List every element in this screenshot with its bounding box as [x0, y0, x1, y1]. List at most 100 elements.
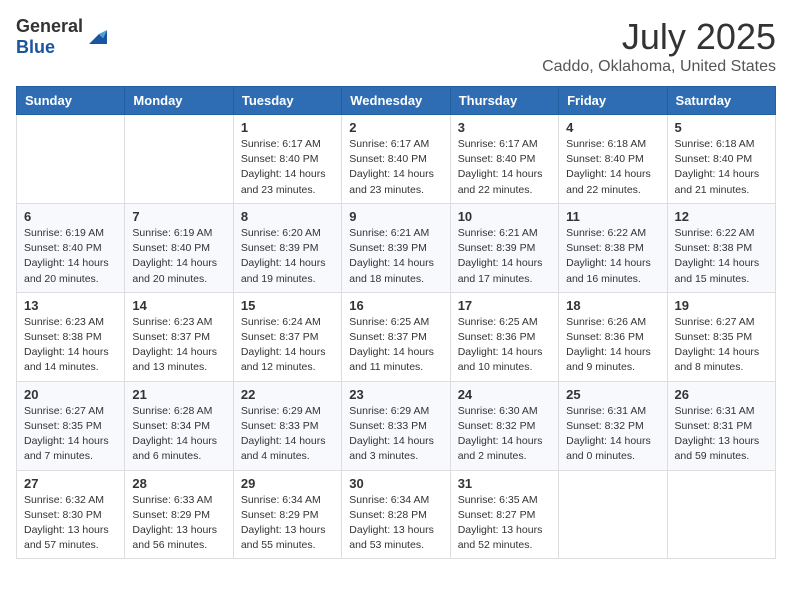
cell-content: Sunrise: 6:35 AMSunset: 8:27 PMDaylight:… — [458, 493, 551, 554]
logo-general: General — [16, 16, 83, 36]
calendar-cell: 11Sunrise: 6:22 AMSunset: 8:38 PMDayligh… — [559, 203, 667, 292]
day-number: 26 — [675, 387, 768, 402]
day-number: 1 — [241, 120, 334, 135]
calendar-cell — [667, 470, 775, 559]
cell-content: Sunrise: 6:28 AMSunset: 8:34 PMDaylight:… — [132, 404, 225, 465]
calendar-cell — [125, 115, 233, 204]
day-number: 27 — [24, 476, 117, 491]
day-number: 18 — [566, 298, 659, 313]
calendar-cell: 4 Sunrise: 6:18 AMSunset: 8:40 PMDaylight… — [559, 115, 667, 204]
day-number: 10 — [458, 209, 551, 224]
day-number: 29 — [241, 476, 334, 491]
day-number: 16 — [349, 298, 442, 313]
day-number: 23 — [349, 387, 442, 402]
day-number: 24 — [458, 387, 551, 402]
calendar-cell: 31 Sunrise: 6:35 AMSunset: 8:27 PMDayligh… — [450, 470, 558, 559]
calendar-cell: 6 Sunrise: 6:19 AMSunset: 8:40 PMDaylight… — [17, 203, 125, 292]
day-number: 4 — [566, 120, 659, 135]
weekday-header-tuesday: Tuesday — [233, 87, 341, 115]
cell-content: Sunrise: 6:29 AMSunset: 8:33 PMDaylight:… — [241, 404, 334, 465]
cell-content: Sunrise: 6:19 AMSunset: 8:40 PMDaylight:… — [24, 226, 117, 287]
day-number: 6 — [24, 209, 117, 224]
cell-content: Sunrise: 6:29 AMSunset: 8:33 PMDaylight:… — [349, 404, 442, 465]
cell-content: Sunrise: 6:19 AMSunset: 8:40 PMDaylight:… — [132, 226, 225, 287]
cell-content: Sunrise: 6:20 AMSunset: 8:39 PMDaylight:… — [241, 226, 334, 287]
calendar-cell: 27 Sunrise: 6:32 AMSunset: 8:30 PMDayligh… — [17, 470, 125, 559]
day-number: 20 — [24, 387, 117, 402]
cell-content: Sunrise: 6:34 AMSunset: 8:29 PMDaylight:… — [241, 493, 334, 554]
calendar-cell: 30 Sunrise: 6:34 AMSunset: 8:28 PMDayligh… — [342, 470, 450, 559]
cell-content: Sunrise: 6:27 AMSunset: 8:35 PMDaylight:… — [675, 315, 768, 376]
calendar-cell: 3Sunrise: 6:17 AMSunset: 8:40 PMDaylight… — [450, 115, 558, 204]
weekday-header-monday: Monday — [125, 87, 233, 115]
calendar-cell: 14Sunrise: 6:23 AMSunset: 8:37 PMDayligh… — [125, 292, 233, 381]
day-number: 19 — [675, 298, 768, 313]
logo: General Blue — [16, 16, 107, 58]
calendar-cell: 1 Sunrise: 6:17 AMSunset: 8:40 PMDaylight… — [233, 115, 341, 204]
cell-content: Sunrise: 6:22 AMSunset: 8:38 PMDaylight:… — [675, 226, 768, 287]
calendar-cell — [17, 115, 125, 204]
cell-content: Sunrise: 6:18 AMSunset: 8:40 PMDaylight:… — [675, 137, 768, 198]
calendar-cell: 23 Sunrise: 6:29 AMSunset: 8:33 PMDayligh… — [342, 381, 450, 470]
calendar-cell: 2Sunrise: 6:17 AMSunset: 8:40 PMDaylight… — [342, 115, 450, 204]
calendar-cell: 15 Sunrise: 6:24 AMSunset: 8:37 PMDayligh… — [233, 292, 341, 381]
page-header: General Blue July 2025 Caddo, Oklahoma, … — [16, 16, 776, 76]
calendar-cell: 16 Sunrise: 6:25 AMSunset: 8:37 PMDayligh… — [342, 292, 450, 381]
calendar-cell: 24Sunrise: 6:30 AMSunset: 8:32 PMDayligh… — [450, 381, 558, 470]
day-number: 25 — [566, 387, 659, 402]
title-block: July 2025 Caddo, Oklahoma, United States — [542, 16, 776, 76]
day-number: 31 — [458, 476, 551, 491]
cell-content: Sunrise: 6:17 AMSunset: 8:40 PMDaylight:… — [241, 137, 334, 198]
day-number: 22 — [241, 387, 334, 402]
weekday-header-saturday: Saturday — [667, 87, 775, 115]
cell-content: Sunrise: 6:32 AMSunset: 8:30 PMDaylight:… — [24, 493, 117, 554]
calendar-table: SundayMondayTuesdayWednesdayThursdayFrid… — [16, 86, 776, 559]
logo-icon — [85, 26, 107, 48]
calendar-cell: 22 Sunrise: 6:29 AMSunset: 8:33 PMDayligh… — [233, 381, 341, 470]
cell-content: Sunrise: 6:24 AMSunset: 8:37 PMDaylight:… — [241, 315, 334, 376]
logo-blue: Blue — [16, 37, 55, 57]
calendar-cell: 25 Sunrise: 6:31 AMSunset: 8:32 PMDayligh… — [559, 381, 667, 470]
day-number: 8 — [241, 209, 334, 224]
calendar-week-3: 13Sunrise: 6:23 AMSunset: 8:38 PMDayligh… — [17, 292, 776, 381]
cell-content: Sunrise: 6:25 AMSunset: 8:37 PMDaylight:… — [349, 315, 442, 376]
day-number: 30 — [349, 476, 442, 491]
cell-content: Sunrise: 6:27 AMSunset: 8:35 PMDaylight:… — [24, 404, 117, 465]
calendar-cell: 19 Sunrise: 6:27 AMSunset: 8:35 PMDayligh… — [667, 292, 775, 381]
calendar-week-5: 27 Sunrise: 6:32 AMSunset: 8:30 PMDayligh… — [17, 470, 776, 559]
calendar-week-1: 1 Sunrise: 6:17 AMSunset: 8:40 PMDaylight… — [17, 115, 776, 204]
page-title: July 2025 — [542, 16, 776, 58]
calendar-cell: 10 Sunrise: 6:21 AMSunset: 8:39 PMDayligh… — [450, 203, 558, 292]
day-number: 15 — [241, 298, 334, 313]
calendar-cell: 8 Sunrise: 6:20 AMSunset: 8:39 PMDaylight… — [233, 203, 341, 292]
weekday-header-friday: Friday — [559, 87, 667, 115]
day-number: 12 — [675, 209, 768, 224]
calendar-cell — [559, 470, 667, 559]
day-number: 5 — [675, 120, 768, 135]
cell-content: Sunrise: 6:31 AMSunset: 8:31 PMDaylight:… — [675, 404, 768, 465]
cell-content: Sunrise: 6:17 AMSunset: 8:40 PMDaylight:… — [458, 137, 551, 198]
day-number: 17 — [458, 298, 551, 313]
cell-content: Sunrise: 6:34 AMSunset: 8:28 PMDaylight:… — [349, 493, 442, 554]
cell-content: Sunrise: 6:26 AMSunset: 8:36 PMDaylight:… — [566, 315, 659, 376]
calendar-cell: 18 Sunrise: 6:26 AMSunset: 8:36 PMDayligh… — [559, 292, 667, 381]
calendar-cell: 5 Sunrise: 6:18 AMSunset: 8:40 PMDaylight… — [667, 115, 775, 204]
calendar-cell: 13Sunrise: 6:23 AMSunset: 8:38 PMDayligh… — [17, 292, 125, 381]
day-number: 28 — [132, 476, 225, 491]
page-subtitle: Caddo, Oklahoma, United States — [542, 58, 776, 76]
weekday-header-sunday: Sunday — [17, 87, 125, 115]
weekday-header-wednesday: Wednesday — [342, 87, 450, 115]
weekday-header-row: SundayMondayTuesdayWednesdayThursdayFrid… — [17, 87, 776, 115]
day-number: 2 — [349, 120, 442, 135]
calendar-cell: 26 Sunrise: 6:31 AMSunset: 8:31 PMDayligh… — [667, 381, 775, 470]
day-number: 7 — [132, 209, 225, 224]
calendar-week-4: 20 Sunrise: 6:27 AMSunset: 8:35 PMDayligh… — [17, 381, 776, 470]
day-number: 21 — [132, 387, 225, 402]
cell-content: Sunrise: 6:18 AMSunset: 8:40 PMDaylight:… — [566, 137, 659, 198]
calendar-week-2: 6 Sunrise: 6:19 AMSunset: 8:40 PMDaylight… — [17, 203, 776, 292]
cell-content: Sunrise: 6:21 AMSunset: 8:39 PMDaylight:… — [458, 226, 551, 287]
cell-content: Sunrise: 6:31 AMSunset: 8:32 PMDaylight:… — [566, 404, 659, 465]
weekday-header-thursday: Thursday — [450, 87, 558, 115]
logo-text: General Blue — [16, 16, 83, 58]
calendar-cell: 20 Sunrise: 6:27 AMSunset: 8:35 PMDayligh… — [17, 381, 125, 470]
